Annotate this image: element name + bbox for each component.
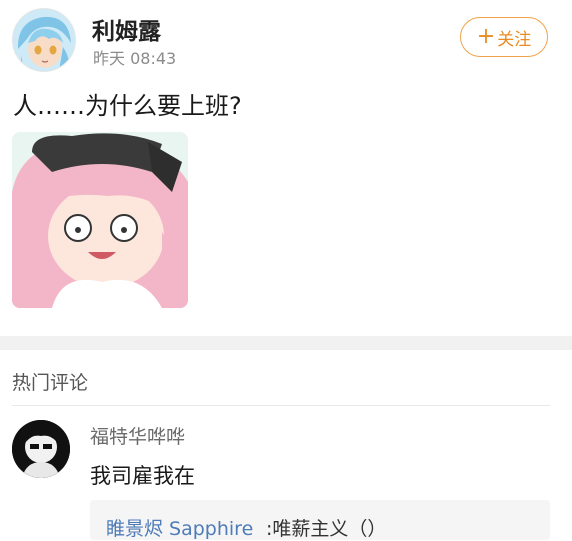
post-image[interactable] xyxy=(12,132,188,308)
comments-section: 热门评论 福特华哗哗 我司雇我在 睢景烬 Sapphire :唯薪主义（） xyxy=(0,350,572,540)
section-title: 热门评论 xyxy=(12,372,89,394)
comment-text: 我司雇我在 xyxy=(90,464,195,488)
reply-author[interactable]: 睢景烬 Sapphire xyxy=(106,514,253,541)
user-avatar[interactable] xyxy=(12,8,76,72)
commenter-avatar[interactable] xyxy=(12,420,70,478)
reply-preview[interactable]: 睢景烬 Sapphire :唯薪主义（） xyxy=(90,500,550,540)
post-card: 利姆露 昨天 08:43 + 关注 人……为什么要上班? xyxy=(0,0,572,336)
username[interactable]: 利姆露 xyxy=(92,12,161,46)
follow-button[interactable]: + 关注 xyxy=(460,17,548,57)
post-text: 人……为什么要上班? xyxy=(13,92,242,120)
reply-text: :唯薪主义（） xyxy=(266,518,387,540)
follow-label: 关注 xyxy=(497,29,532,50)
divider xyxy=(12,405,550,406)
section-divider xyxy=(0,336,572,350)
commenter-name[interactable]: 福特华哗哗 xyxy=(90,422,185,449)
plus-icon: + xyxy=(476,24,496,49)
post-time: 昨天 08:43 xyxy=(93,49,177,68)
